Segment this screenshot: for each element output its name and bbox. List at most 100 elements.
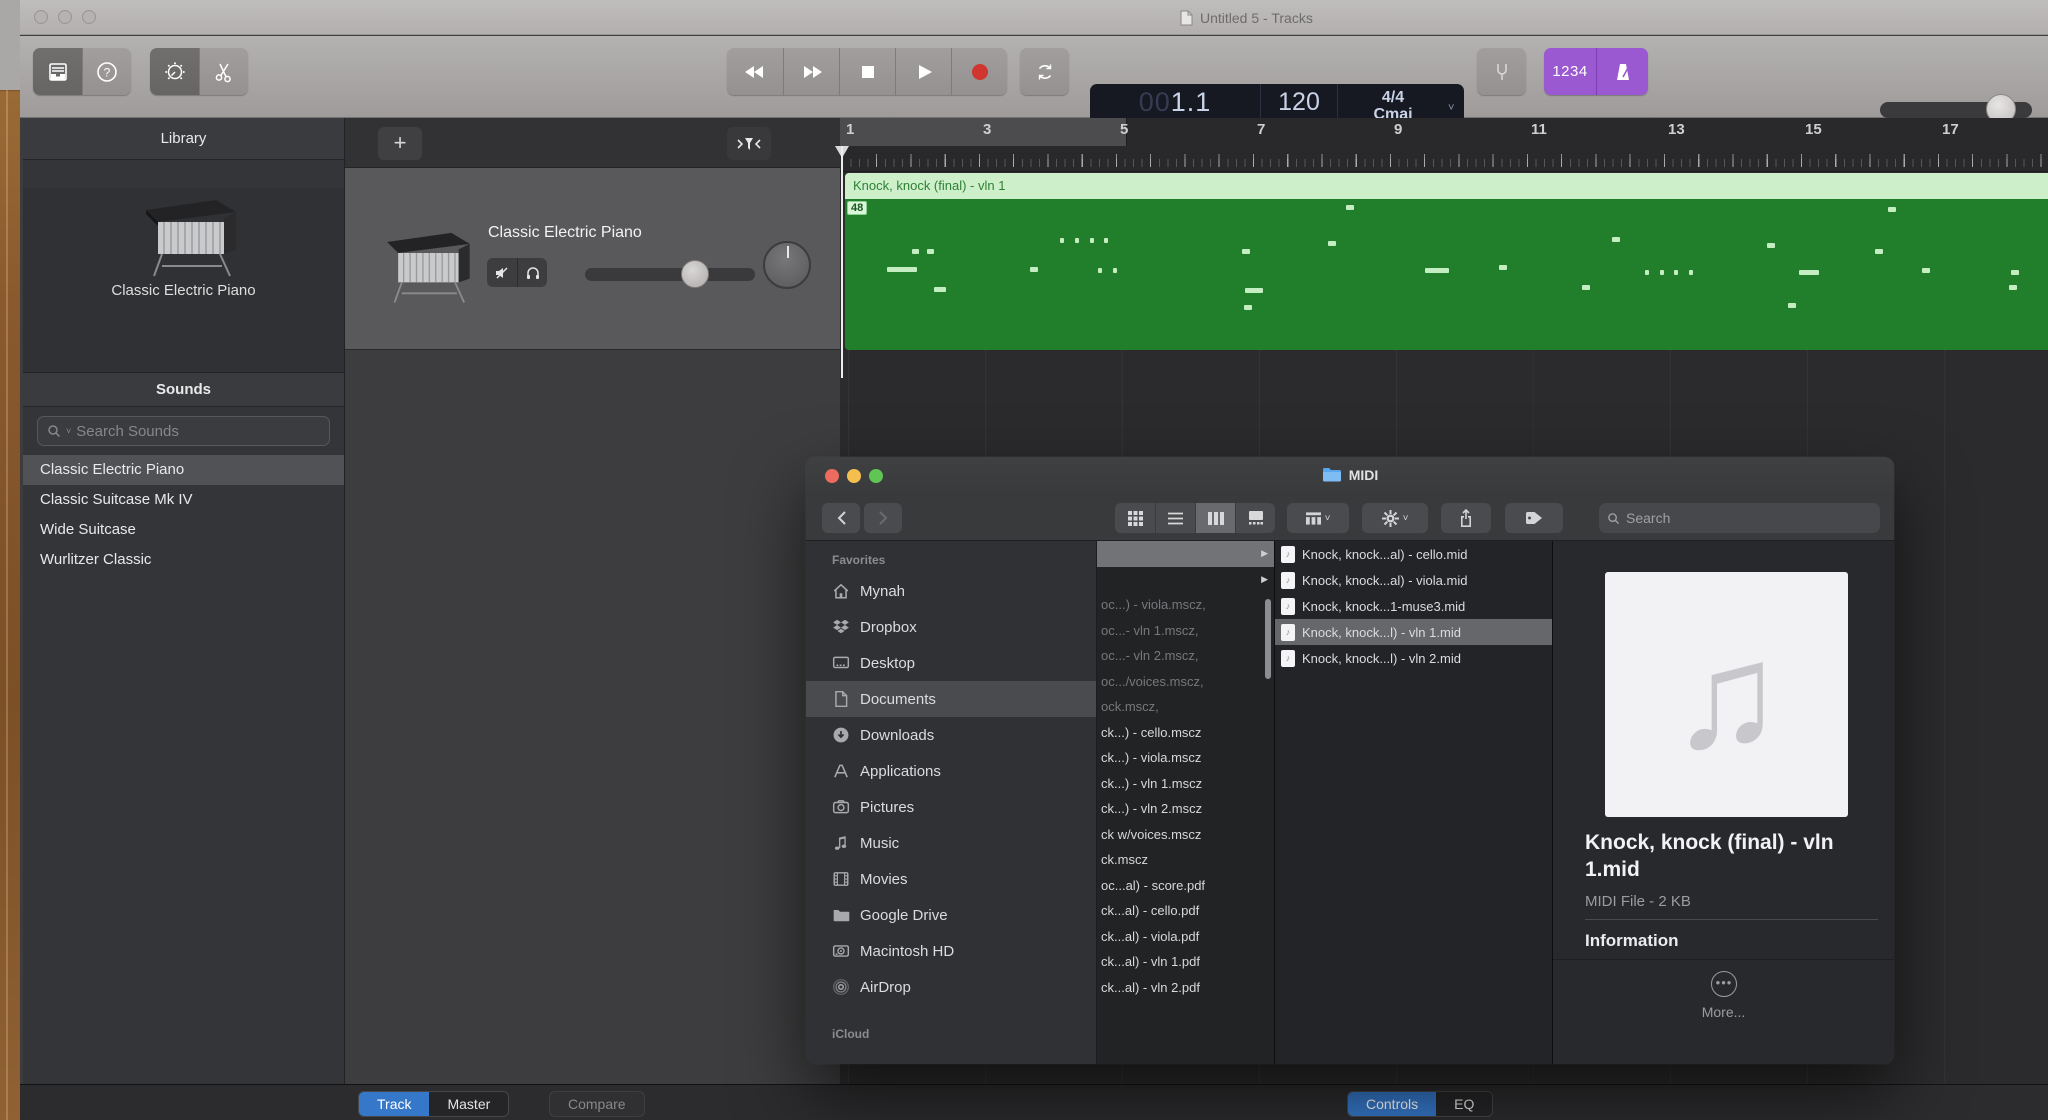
- dropbox-icon: [832, 618, 850, 636]
- action-menu-button[interactable]: ˅: [1362, 503, 1428, 533]
- track-volume-knob[interactable]: [681, 260, 709, 288]
- pan-knob[interactable]: [763, 241, 811, 289]
- add-track-button[interactable]: +: [378, 127, 422, 160]
- file-row[interactable]: ck...al) - vln 2.pdf: [1097, 975, 1274, 1001]
- compare-button[interactable]: Compare: [549, 1091, 645, 1117]
- catch-funnel-icon: [736, 135, 762, 153]
- catch-playhead-button[interactable]: [727, 127, 771, 160]
- file-row[interactable]: ♪ Knock, knock...al) - viola.mid: [1275, 567, 1552, 593]
- midi-note: [1888, 207, 1896, 212]
- sound-list-item[interactable]: Wurlitzer Classic: [23, 545, 344, 575]
- icon-view-button[interactable]: [1115, 503, 1155, 533]
- sidebar-item[interactable]: Pictures: [806, 789, 1096, 825]
- file-row[interactable]: ck.mscz: [1097, 847, 1274, 873]
- file-row[interactable]: ck...) - vln 1.mscz: [1097, 771, 1274, 797]
- file-row[interactable]: ck...al) - vln 1.pdf: [1097, 949, 1274, 975]
- file-row[interactable]: ck...al) - viola.pdf: [1097, 924, 1274, 950]
- sound-search-field[interactable]: ˅ Search Sounds: [37, 416, 330, 446]
- file-row[interactable]: ck...) - vln 2.mscz: [1097, 796, 1274, 822]
- sound-list-item[interactable]: Classic Suitcase Mk IV: [23, 485, 344, 515]
- file-name: oc...- vln 1.mscz,: [1101, 623, 1199, 638]
- file-row[interactable]: ck w/voices.mscz: [1097, 822, 1274, 848]
- play-button[interactable]: [895, 48, 951, 95]
- count-in-button[interactable]: 1234: [1544, 48, 1596, 95]
- file-row[interactable]: ck...) - viola.mscz: [1097, 745, 1274, 771]
- tuner-button[interactable]: [1477, 48, 1526, 95]
- mute-button[interactable]: [487, 258, 517, 287]
- midi-note: [927, 249, 934, 254]
- group-by-button[interactable]: ˅: [1287, 503, 1349, 533]
- metronome-button[interactable]: [1596, 48, 1648, 95]
- file-row[interactable]: ♪ Knock, knock...l) - vln 2.mid: [1275, 645, 1552, 671]
- solo-button[interactable]: [517, 258, 547, 287]
- track-tab[interactable]: Track: [359, 1092, 429, 1116]
- file-row[interactable]: oc...al) - score.pdf: [1097, 873, 1274, 899]
- sidebar-item[interactable]: Mynah: [806, 573, 1096, 609]
- sidebar-item[interactable]: AirDrop: [806, 969, 1096, 1005]
- sidebar-item[interactable]: Music: [806, 825, 1096, 861]
- midi-note: [1674, 270, 1678, 275]
- track-header[interactable]: Classic Electric Piano: [345, 168, 840, 350]
- controls-tab[interactable]: Controls: [1348, 1092, 1436, 1116]
- more-button[interactable]: More...: [1553, 1004, 1894, 1020]
- back-button[interactable]: [822, 503, 860, 533]
- tuning-fork-icon: [1490, 60, 1514, 84]
- column-view-button[interactable]: [1195, 503, 1235, 533]
- file-name: Knock, knock...l) - vln 1.mid: [1302, 625, 1461, 640]
- tags-button[interactable]: [1505, 503, 1563, 533]
- file-row[interactable]: oc...) - viola.mscz,: [1097, 592, 1274, 618]
- information-heading: Information: [1585, 931, 1679, 951]
- sidebar-item[interactable]: Downloads: [806, 717, 1096, 753]
- sidebar-item[interactable]: Dropbox: [806, 609, 1096, 645]
- file-row[interactable]: ck...al) - cello.pdf: [1097, 898, 1274, 924]
- file-row[interactable]: ♪ Knock, knock...al) - cello.mid: [1275, 541, 1552, 567]
- track-name: Classic Electric Piano: [488, 224, 642, 242]
- sidebar-item[interactable]: Movies: [806, 861, 1096, 897]
- cycle-button[interactable]: [1020, 48, 1069, 95]
- rewind-button[interactable]: [727, 48, 783, 95]
- editors-button[interactable]: [199, 48, 248, 95]
- fast-forward-button[interactable]: [783, 48, 839, 95]
- smart-controls-button[interactable]: [150, 48, 199, 95]
- gallery-view-button[interactable]: [1235, 503, 1275, 533]
- transport-controls: [727, 48, 1007, 95]
- eq-tab[interactable]: EQ: [1436, 1092, 1492, 1116]
- quick-help-button[interactable]: ?: [82, 48, 131, 95]
- midi-region[interactable]: Knock, knock (final) - vln 1 48: [845, 173, 2048, 350]
- column-scrollbar[interactable]: [1265, 599, 1271, 679]
- file-row[interactable]: oc...- vln 1.mscz,: [1097, 618, 1274, 644]
- list-view-button[interactable]: [1155, 503, 1195, 533]
- divider: [1553, 959, 1894, 960]
- minimize-button[interactable]: [58, 10, 72, 24]
- file-row[interactable]: ck...) - cello.mscz: [1097, 720, 1274, 746]
- file-row[interactable]: oc...- vln 2.mscz,: [1097, 643, 1274, 669]
- library-toggle-button[interactable]: [33, 48, 82, 95]
- sidebar-item-label: Movies: [860, 871, 908, 888]
- file-row[interactable]: [1097, 541, 1274, 567]
- sound-list-item[interactable]: Wide Suitcase: [23, 515, 344, 545]
- sidebar-item[interactable]: Macintosh HD: [806, 933, 1096, 969]
- file-row[interactable]: ♪ Knock, knock...l) - vln 1.mid: [1275, 619, 1552, 645]
- sound-list-item[interactable]: Classic Electric Piano: [23, 455, 344, 485]
- sidebar-item[interactable]: Google Drive: [806, 897, 1096, 933]
- master-tab[interactable]: Master: [429, 1092, 508, 1116]
- more-ellipsis-icon[interactable]: •••: [1711, 971, 1737, 997]
- column2-list: ♪ Knock, knock...al) - cello.mid ♪ Knock…: [1275, 541, 1552, 671]
- timeline-ruler[interactable]: 1357911131517: [840, 118, 2048, 172]
- close-button[interactable]: [34, 10, 48, 24]
- file-row[interactable]: ock.mscz,: [1097, 694, 1274, 720]
- zoom-button[interactable]: [82, 10, 96, 24]
- chevron-down-icon: ˅: [66, 426, 71, 436]
- forward-button[interactable]: [864, 503, 902, 533]
- file-row[interactable]: [1097, 567, 1274, 593]
- sidebar-item[interactable]: Applications: [806, 753, 1096, 789]
- file-row[interactable]: ♪ Knock, knock...1-muse3.mid: [1275, 593, 1552, 619]
- share-button[interactable]: [1441, 503, 1491, 533]
- finder-search-field[interactable]: Search: [1599, 503, 1880, 533]
- file-row[interactable]: oc.../voices.mscz,: [1097, 669, 1274, 695]
- stop-button[interactable]: [839, 48, 895, 95]
- sidebar-item[interactable]: Desktop: [806, 645, 1096, 681]
- track-volume-slider[interactable]: [585, 268, 755, 281]
- record-button[interactable]: [951, 48, 1007, 95]
- sidebar-item[interactable]: Documents: [806, 681, 1096, 717]
